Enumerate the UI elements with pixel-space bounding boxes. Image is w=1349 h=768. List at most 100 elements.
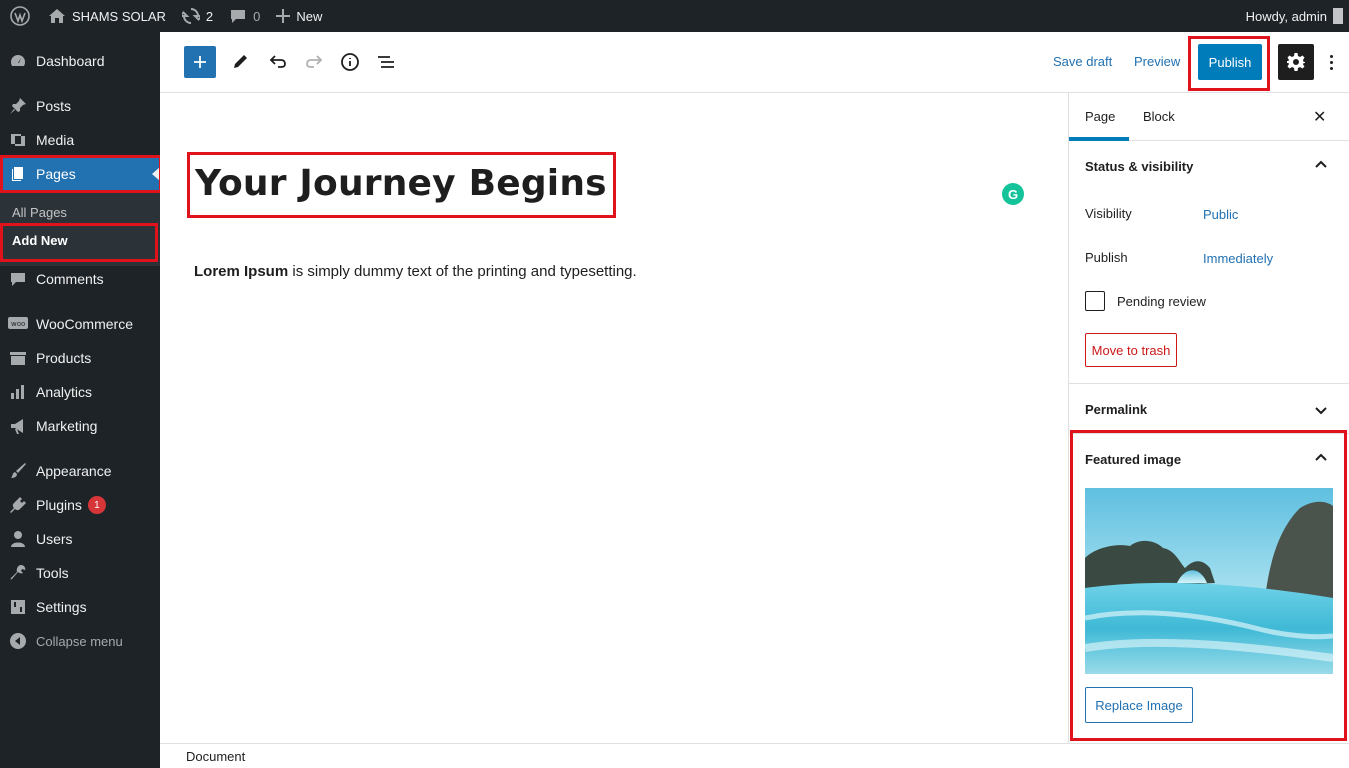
- publish-date-value[interactable]: Immediately: [1203, 251, 1273, 266]
- visibility-label: Visibility: [1085, 206, 1132, 221]
- sidebar-item-comments[interactable]: Comments: [0, 262, 160, 296]
- paintbrush-icon: [8, 461, 28, 481]
- pages-submenu: [0, 192, 160, 266]
- new-label: New: [296, 8, 323, 24]
- dashboard-icon: [8, 51, 28, 71]
- editor-toolbar: Save draft Preview Publish: [160, 32, 1349, 93]
- redo-button[interactable]: [298, 46, 330, 78]
- breadcrumb[interactable]: Document: [186, 749, 245, 764]
- sidebar-item-label: WooCommerce: [36, 316, 133, 332]
- sidebar-item-dashboard[interactable]: Dashboard: [0, 44, 160, 78]
- sidebar-item-analytics[interactable]: Analytics: [0, 375, 160, 409]
- editor-canvas: Your Journey Begins G Lorem Ipsum is sim…: [160, 93, 1068, 743]
- block-inserter-button[interactable]: [184, 46, 216, 78]
- list-view-icon: [378, 56, 394, 68]
- replace-image-button[interactable]: Replace Image: [1085, 687, 1193, 723]
- undo-icon: [269, 55, 286, 68]
- featured-image-thumbnail[interactable]: [1085, 488, 1333, 674]
- sidebar-item-marketing[interactable]: Marketing: [0, 409, 160, 443]
- undo-button[interactable]: [262, 46, 294, 78]
- sidebar-item-tools[interactable]: Tools: [0, 556, 160, 590]
- archive-icon: [8, 348, 28, 368]
- post-title[interactable]: Your Journey Begins: [195, 163, 607, 204]
- divider: [1069, 383, 1349, 384]
- comment-bubble-icon: [231, 10, 246, 23]
- comments-link[interactable]: 0: [221, 0, 268, 32]
- submenu-all-pages[interactable]: All Pages: [12, 205, 67, 220]
- chevron-up-icon[interactable]: [1313, 450, 1329, 466]
- settings-tabs: Page Block ✕: [1069, 93, 1349, 141]
- updates-link[interactable]: 2: [174, 0, 221, 32]
- tab-page[interactable]: Page: [1085, 109, 1115, 124]
- user-icon: [8, 529, 28, 549]
- pushpin-icon: [8, 96, 28, 116]
- admin-bar: SHAMS SOLAR 2 0 New Howdy, admin: [0, 0, 1349, 32]
- woocommerce-icon: woo: [8, 314, 28, 334]
- list-view-button[interactable]: [370, 46, 402, 78]
- close-icon[interactable]: ✕: [1313, 107, 1326, 127]
- comment-bubble-icon: [8, 269, 28, 289]
- sidebar-item-label: Users: [36, 531, 73, 547]
- media-icon: [8, 130, 28, 150]
- permalink-title[interactable]: Permalink: [1085, 402, 1147, 417]
- wordpress-logo-icon[interactable]: [0, 0, 40, 32]
- sidebar-item-pages[interactable]: Pages: [0, 157, 160, 191]
- publish-button[interactable]: Publish: [1198, 44, 1262, 80]
- chevron-up-icon[interactable]: [1313, 157, 1329, 173]
- publish-label: Publish: [1085, 250, 1128, 265]
- details-button[interactable]: [334, 46, 366, 78]
- sidebar-item-label: Posts: [36, 98, 72, 114]
- move-to-trash-button[interactable]: Move to trash: [1085, 333, 1177, 367]
- visibility-value[interactable]: Public: [1203, 207, 1238, 222]
- sidebar-item-label: Plugins: [36, 497, 82, 513]
- sidebar-item-appearance[interactable]: Appearance: [0, 454, 160, 488]
- save-draft-button[interactable]: Save draft: [1053, 54, 1112, 69]
- preview-button[interactable]: Preview: [1134, 54, 1180, 69]
- pencil-icon: [234, 55, 247, 68]
- sidebar-item-label: Analytics: [36, 384, 93, 400]
- updates-icon: [181, 8, 200, 24]
- pending-review-checkbox[interactable]: [1085, 291, 1105, 311]
- settings-sidebar: Page Block ✕ Status & visibility Visibil…: [1068, 93, 1349, 743]
- sidebar-item-label: Marketing: [36, 418, 98, 434]
- home-icon: [49, 9, 65, 23]
- chevron-down-icon[interactable]: [1313, 402, 1329, 418]
- sidebar-item-label: Appearance: [36, 463, 112, 479]
- pending-review-label: Pending review: [1117, 294, 1206, 309]
- paragraph-block[interactable]: Lorem Ipsum is simply dummy text of the …: [194, 263, 637, 280]
- sidebar-item-posts[interactable]: Posts: [0, 89, 160, 123]
- sidebar-item-woocommerce[interactable]: woo WooCommerce: [0, 307, 160, 341]
- new-content-link[interactable]: New: [268, 0, 330, 32]
- more-vertical-icon: [1329, 54, 1333, 58]
- tab-block[interactable]: Block: [1143, 109, 1175, 124]
- active-tab-indicator: [1069, 137, 1129, 141]
- featured-image-title[interactable]: Featured image: [1085, 452, 1181, 467]
- sidebar-item-users[interactable]: Users: [0, 522, 160, 556]
- site-name-link[interactable]: SHAMS SOLAR: [40, 0, 174, 32]
- sidebar-item-label: Dashboard: [36, 53, 105, 69]
- sidebar-item-products[interactable]: Products: [0, 341, 160, 375]
- editor-footer: Document: [160, 743, 1349, 768]
- status-visibility-title[interactable]: Status & visibility: [1085, 159, 1193, 174]
- sidebar-item-media[interactable]: Media: [0, 123, 160, 157]
- sidebar-item-label: Products: [36, 350, 92, 366]
- plus-icon: [276, 9, 291, 23]
- settings-button[interactable]: [1278, 44, 1314, 80]
- plugins-update-badge: 1: [87, 496, 106, 514]
- sidebar-item-plugins[interactable]: Plugins 1: [0, 488, 160, 522]
- sidebar-item-label: Media: [36, 132, 75, 148]
- gear-icon: [1287, 53, 1305, 71]
- divider: [1069, 433, 1349, 434]
- greeting: Howdy, admin: [1245, 8, 1327, 24]
- my-account[interactable]: Howdy, admin: [1246, 8, 1349, 24]
- more-options-button[interactable]: [1322, 46, 1340, 78]
- comments-count: 0: [253, 8, 261, 24]
- sidebar-item-label: Settings: [36, 599, 87, 615]
- grammarly-icon[interactable]: G: [1002, 183, 1024, 205]
- plus-icon: [194, 56, 206, 68]
- tools-button[interactable]: [224, 46, 256, 78]
- collapse-menu-button[interactable]: Collapse menu: [0, 624, 160, 658]
- submenu-add-new[interactable]: Add New: [12, 233, 68, 248]
- site-name: SHAMS SOLAR: [72, 8, 166, 24]
- sidebar-item-settings[interactable]: Settings: [0, 590, 160, 624]
